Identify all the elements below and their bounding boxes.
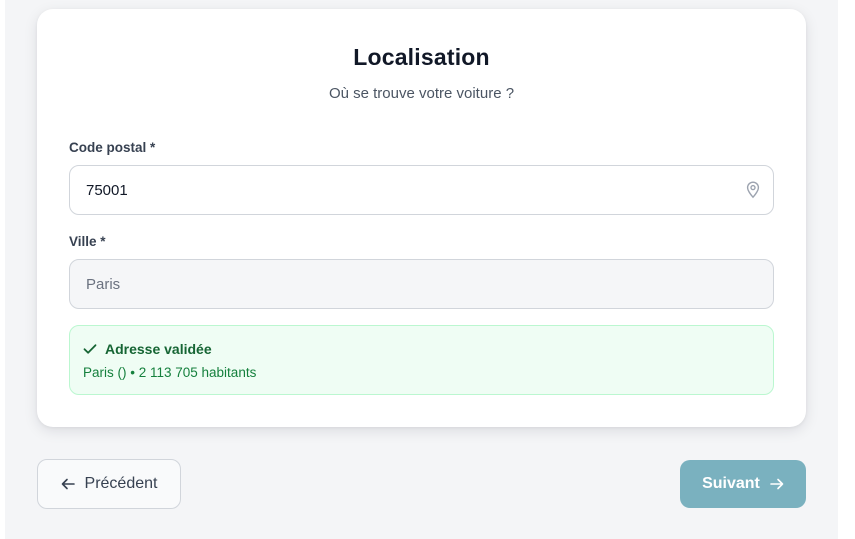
previous-button-label: Précédent — [84, 475, 158, 492]
address-validated-banner: Adresse validée Paris () • 2 113 705 hab… — [69, 325, 774, 395]
map-pin-icon — [745, 181, 761, 199]
next-button[interactable]: Suivant — [680, 460, 806, 508]
check-icon — [83, 343, 97, 355]
postal-code-input[interactable] — [70, 166, 773, 214]
page-title: Localisation — [353, 44, 490, 70]
page-subtitle: Où se trouve votre voiture ? — [328, 85, 515, 102]
location-card: Localisation Où se trouve votre voiture … — [37, 9, 806, 427]
validation-detail: Paris () • 2 113 705 habitants — [83, 365, 257, 380]
validation-title: Adresse validée — [105, 341, 212, 357]
postal-code-label: Code postal * — [69, 140, 156, 155]
city-label: Ville * — [69, 234, 106, 249]
postal-code-field[interactable] — [69, 165, 774, 215]
city-field[interactable] — [69, 259, 774, 309]
city-input[interactable] — [70, 260, 773, 308]
next-button-label: Suivant — [702, 475, 760, 492]
arrow-left-icon — [61, 478, 75, 490]
arrow-right-icon — [770, 478, 784, 490]
previous-button[interactable]: Précédent — [37, 459, 181, 509]
